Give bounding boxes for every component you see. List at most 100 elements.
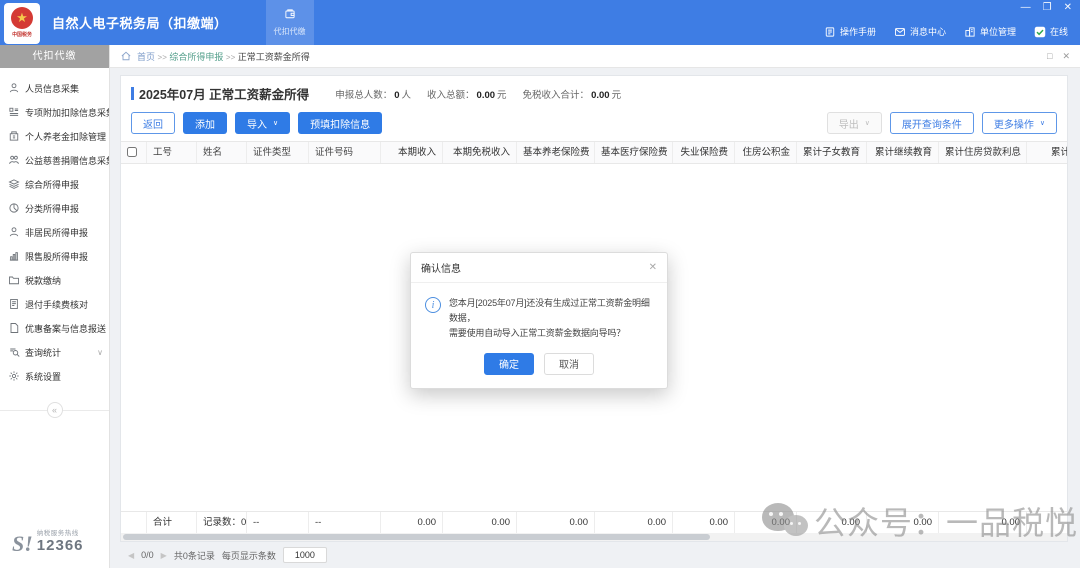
- dialog-message: 您本月[2025年07月]还没有生成过正常工资薪金明细数据， 需要使用自动导入正…: [449, 296, 655, 341]
- toolbar-button-label: 导入: [247, 116, 267, 131]
- select-all-cell: [121, 142, 147, 163]
- scrollbar-thumb[interactable]: [123, 534, 710, 540]
- per-page-label: 每页显示条数: [222, 549, 276, 562]
- total-cell: 0.00: [517, 512, 595, 533]
- sidebar-item-8[interactable]: 限售股所得申报: [0, 244, 109, 268]
- sidebar-item-7[interactable]: 非居民所得申报: [0, 220, 109, 244]
- restore-button[interactable]: ❐: [1043, 2, 1052, 13]
- sidebar-collapse-row: «: [0, 402, 109, 418]
- stat-unit: 人: [402, 90, 412, 101]
- total-cell: 记录数：0: [197, 512, 247, 533]
- total-cell: 合计: [147, 512, 197, 533]
- list-icon: [8, 106, 20, 118]
- hotline-12366: S! 纳税服务热线 12366: [12, 527, 84, 554]
- stat-value: 0.00: [477, 90, 496, 101]
- total-cell: 0.00: [1027, 512, 1067, 533]
- toolbar-button-left-4[interactable]: 预填扣除信息: [298, 112, 382, 134]
- dialog-close-icon[interactable]: ✕: [649, 262, 657, 273]
- header-link-message[interactable]: 消息中心: [894, 25, 946, 38]
- chevron-down-icon: ∨: [865, 119, 870, 127]
- breadcrumb-items: 首页 >> 综合所得申报 >> 正常工资薪金所得: [137, 50, 310, 63]
- sidebar-item-label: 人员信息采集: [25, 82, 79, 95]
- column-header: 累计继续教育: [867, 142, 939, 163]
- sidebar-menu: 人员信息采集专项附加扣除信息采集个人养老金扣除管理公益慈善捐赠信息采集综合所得申…: [0, 68, 109, 388]
- header-links: 操作手册 消息中心 单位管理 在线: [824, 25, 1068, 38]
- sidebar-item-6[interactable]: 分类所得申报: [0, 196, 109, 220]
- sidebar-item-10[interactable]: 退付手续费核对: [0, 292, 109, 316]
- prev-page-icon[interactable]: ◀: [128, 551, 134, 560]
- select-all-checkbox[interactable]: [127, 147, 137, 157]
- title-accent-bar: [131, 87, 134, 100]
- sidebar-item-12[interactable]: 查询统计∨: [0, 340, 109, 364]
- wallet-icon: [284, 8, 296, 24]
- toolbar-button-right-3[interactable]: 更多操作∨: [982, 112, 1057, 134]
- breadcrumb-item-1[interactable]: 首页: [137, 52, 155, 62]
- sidebar-collapse-button[interactable]: «: [47, 402, 63, 418]
- header-link-org[interactable]: 单位管理: [964, 25, 1016, 38]
- column-header: 基本医疗保险费: [595, 142, 673, 163]
- donation-icon: [8, 154, 20, 166]
- sidebar-item-9[interactable]: 税款缴纳: [0, 268, 109, 292]
- pension-icon: [8, 130, 20, 142]
- breadcrumb-separator: >>: [158, 53, 167, 62]
- minimize-button[interactable]: —: [1021, 2, 1031, 13]
- panel-close-icon[interactable]: ✕: [1062, 51, 1070, 62]
- pagination-bar: ◀ 0/0 ▶ 共0条记录 每页显示条数: [120, 542, 1068, 568]
- total-cell: [121, 512, 147, 533]
- back-button[interactable]: 返回: [131, 112, 175, 134]
- toolbar-button-left-2[interactable]: 添加: [183, 112, 227, 134]
- table-header-row: 工号姓名证件类型证件号码本期收入本期免税收入基本养老保险费基本医疗保险费失业保险…: [121, 141, 1067, 164]
- close-button[interactable]: ✕: [1064, 2, 1072, 13]
- per-page-input[interactable]: [283, 547, 327, 563]
- table-total-row: 合计记录数：0----0.000.000.000.000.000.000.000…: [121, 511, 1067, 533]
- toolbar-button-right-2[interactable]: 展开查询条件: [890, 112, 974, 134]
- record-count: 共0条记录: [174, 549, 215, 562]
- column-header: 本期免税收入: [443, 142, 517, 163]
- sidebar-item-label: 综合所得申报: [25, 178, 79, 191]
- stat-label: 免税收入合计：: [523, 90, 590, 101]
- header-link-online[interactable]: 在线: [1034, 25, 1068, 38]
- national-emblem-logo: ★ 中国税务: [4, 3, 40, 44]
- sidebar-item-label: 限售股所得申报: [25, 250, 88, 263]
- column-header: 失业保险费: [673, 142, 735, 163]
- sidebar-item-label: 专项附加扣除信息采集: [25, 106, 109, 119]
- toolbar-button-left-3[interactable]: 导入∨: [235, 112, 290, 134]
- toolbar-button-label: 预填扣除信息: [310, 116, 370, 131]
- confirm-dialog: 确认信息 ✕ i 您本月[2025年07月]还没有生成过正常工资薪金明细数据， …: [410, 252, 668, 389]
- toolbar-button-right-1: 导出∨: [827, 112, 882, 134]
- sidebar-item-5[interactable]: 综合所得申报: [0, 172, 109, 196]
- sidebar-item-3[interactable]: 个人养老金扣除管理: [0, 124, 109, 148]
- toolbar-button-label: 更多操作: [994, 116, 1034, 131]
- stat-value: 0: [394, 90, 399, 101]
- sidebar-item-11[interactable]: 优惠备案与信息报送∨: [0, 316, 109, 340]
- info-icon: i: [425, 297, 441, 313]
- hotline-caption: 纳税服务热线: [37, 527, 84, 537]
- confirm-button[interactable]: 确定: [484, 353, 534, 375]
- sidebar-item-13[interactable]: 系统设置: [0, 364, 109, 388]
- breadcrumb-separator: >>: [226, 53, 235, 62]
- tab-daikou-daijiao[interactable]: 代扣代缴: [266, 0, 314, 45]
- cancel-button[interactable]: 取消: [544, 353, 594, 375]
- header-link-label: 消息中心: [910, 25, 946, 38]
- person2-icon: [8, 226, 20, 238]
- logo-caption: 中国税务: [12, 31, 32, 38]
- sidebar-item-2[interactable]: 专项附加扣除信息采集: [0, 100, 109, 124]
- horizontal-scrollbar: [121, 533, 1067, 541]
- next-page-icon[interactable]: ▶: [161, 551, 167, 560]
- sidebar-item-4[interactable]: 公益慈善捐赠信息采集: [0, 148, 109, 172]
- sidebar-item-1[interactable]: 人员信息采集: [0, 76, 109, 100]
- sidebar-item-label: 系统设置: [25, 370, 61, 383]
- search-icon: [8, 346, 20, 358]
- window-controls: — ❐ ✕: [1021, 2, 1072, 13]
- breadcrumb-item-2[interactable]: 综合所得申报: [169, 52, 223, 62]
- toolbar-button-label: 展开查询条件: [902, 116, 962, 131]
- panel-restore-icon[interactable]: □: [1047, 51, 1052, 62]
- app-title: 自然人电子税务局（扣缴端）: [52, 13, 228, 32]
- breadcrumb: 首页 >> 综合所得申报 >> 正常工资薪金所得 □ ✕: [110, 45, 1080, 68]
- chevron-down-icon: ∨: [97, 348, 103, 357]
- header-link-manual[interactable]: 操作手册: [824, 25, 876, 38]
- sidebar-item-label: 非居民所得申报: [25, 226, 88, 239]
- total-cell: 0.00: [673, 512, 735, 533]
- dialog-buttons: 确定 取消: [411, 341, 667, 388]
- header-link-label: 在线: [1050, 25, 1068, 38]
